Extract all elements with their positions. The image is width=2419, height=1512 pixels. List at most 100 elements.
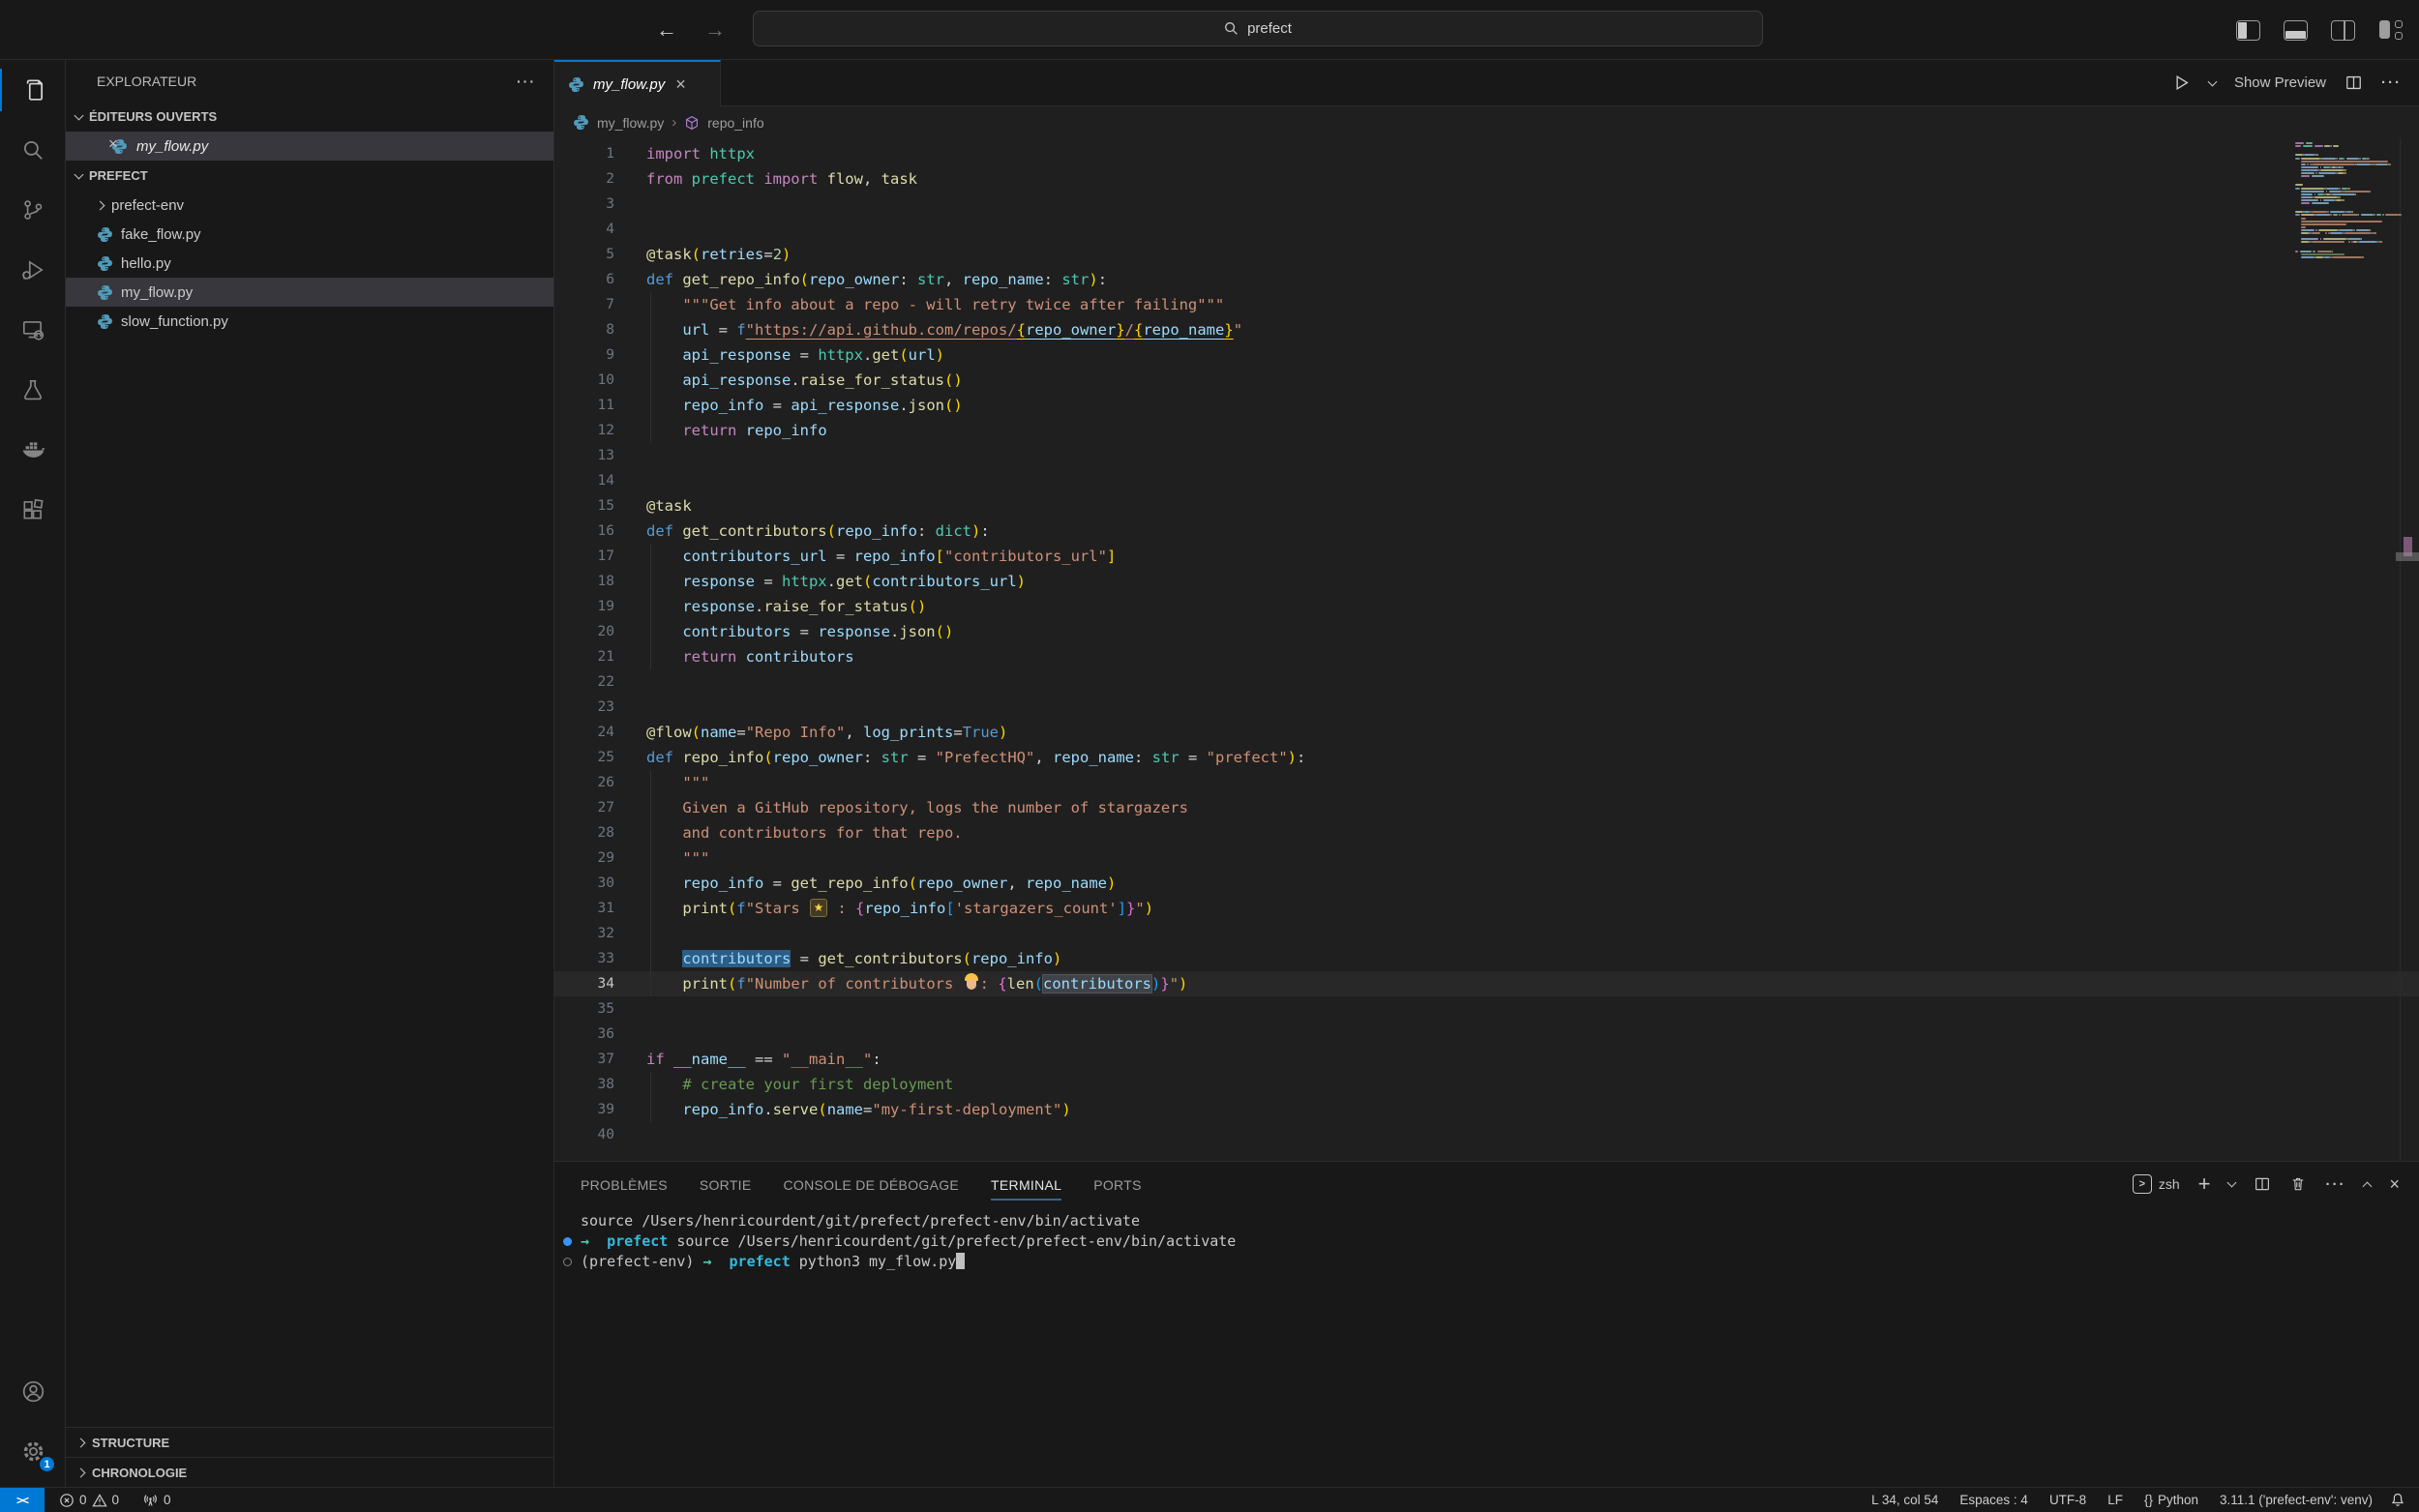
editor-more-actions-icon[interactable]: ··· xyxy=(2381,74,2402,91)
sidebar-section-structure[interactable]: STRUCTURE xyxy=(66,1427,553,1457)
toggle-panel-icon[interactable] xyxy=(2284,20,2308,41)
docker-icon[interactable] xyxy=(0,420,66,480)
vscode-window: ← → prefect xyxy=(0,0,2419,1512)
code-line-36: 36 xyxy=(554,1022,2419,1047)
settings-gear-icon[interactable]: 1 xyxy=(0,1421,66,1481)
extensions-icon[interactable] xyxy=(0,480,66,540)
terminal[interactable]: source /Users/henricourdent/git/prefect/… xyxy=(554,1211,2419,1487)
language-mode-status[interactable]: {} Python xyxy=(2140,1493,2202,1507)
terminal-line-3: (prefect-env) → prefect python3 my_flow.… xyxy=(554,1252,2419,1272)
terminal-shell-selector[interactable]: > zsh xyxy=(2133,1174,2180,1194)
split-terminal-icon[interactable] xyxy=(2254,1175,2271,1193)
python-file-icon xyxy=(568,76,584,93)
code-line-18: 18 response = httpx.get(contributors_url… xyxy=(554,569,2419,594)
tab-my-flow[interactable]: my_flow.py × xyxy=(554,60,721,106)
customize-layout-icon[interactable] xyxy=(2378,19,2404,41)
eol-status[interactable]: LF xyxy=(2104,1493,2127,1507)
close-editor-icon[interactable]: × xyxy=(108,134,118,154)
run-dropdown-icon[interactable] xyxy=(2208,76,2218,86)
testing-beaker-icon[interactable] xyxy=(0,360,66,420)
code-line-35: 35 xyxy=(554,996,2419,1022)
code-line-13: 13 xyxy=(554,443,2419,468)
code-editor[interactable]: 1import httpx2from prefect import flow, … xyxy=(554,138,2419,1161)
code-line-30: 30 repo_info = get_repo_info(repo_owner,… xyxy=(554,871,2419,896)
chevron-right-icon xyxy=(96,200,105,210)
accounts-icon[interactable] xyxy=(0,1361,66,1421)
notifications-bell-icon[interactable] xyxy=(2390,1492,2405,1508)
python-file-icon xyxy=(573,114,589,131)
panel-tab-ports[interactable]: PORTS xyxy=(1093,1162,1141,1207)
sidebar-section-chronologie[interactable]: CHRONOLOGIE xyxy=(66,1457,553,1487)
editor-tab-bar: my_flow.py × Show Preview ··· xyxy=(554,60,2419,106)
editor-group: my_flow.py × Show Preview ··· my_flow.py… xyxy=(554,60,2419,1487)
code-line-21: 21 return contributors xyxy=(554,644,2419,669)
remote-indicator[interactable]: >< xyxy=(0,1488,45,1512)
python-interpreter-status[interactable]: 3.11.1 ('prefect-env': venv) xyxy=(2216,1493,2376,1507)
run-and-debug-icon[interactable] xyxy=(0,240,66,300)
search-icon[interactable] xyxy=(0,120,66,180)
tree-item-fake_flow.py[interactable]: fake_flow.py xyxy=(66,220,553,249)
code-line-26: 26 """ xyxy=(554,770,2419,795)
code-line-6: 6def get_repo_info(repo_owner: str, repo… xyxy=(554,267,2419,292)
cursor-position-status[interactable]: L 34, col 54 xyxy=(1867,1493,1942,1507)
code-line-29: 29 """ xyxy=(554,845,2419,871)
chevron-down-icon xyxy=(75,110,84,120)
maximize-panel-icon[interactable] xyxy=(2363,1181,2373,1191)
tree-item-prefect-env[interactable]: prefect-env xyxy=(66,191,553,220)
panel-tab-problèmes[interactable]: PROBLÈMES xyxy=(581,1162,668,1207)
problems-status[interactable]: 0 0 xyxy=(52,1488,126,1512)
explorer-icon[interactable] xyxy=(0,60,66,120)
encoding-status[interactable]: UTF-8 xyxy=(2046,1493,2090,1507)
panel-tab-terminal[interactable]: TERMINAL xyxy=(991,1162,1061,1207)
command-center-search[interactable]: prefect xyxy=(753,11,1763,46)
open-editors-list: ×my_flow.py xyxy=(66,132,553,161)
toggle-secondary-sidebar-icon[interactable] xyxy=(2331,20,2355,41)
search-value: prefect xyxy=(1247,20,1292,37)
open-editor-my_flow.py[interactable]: ×my_flow.py xyxy=(66,132,553,161)
code-line-7: 7 """Get info about a repo - will retry … xyxy=(554,292,2419,317)
workspace-section-header[interactable]: PREFECT xyxy=(66,161,553,191)
code-line-20: 20 contributors = response.json() xyxy=(554,619,2419,644)
ports-status[interactable]: 0 xyxy=(135,1488,178,1512)
code-line-37: 37if __name__ == "__main__": xyxy=(554,1047,2419,1072)
tree-item-slow_function.py[interactable]: slow_function.py xyxy=(66,307,553,336)
overview-ruler-cursor-mark xyxy=(2396,552,2419,561)
warning-icon xyxy=(92,1493,107,1508)
run-file-icon[interactable] xyxy=(2172,74,2191,92)
symbol-method-icon xyxy=(684,115,700,131)
nav-back-button[interactable]: ← xyxy=(650,14,683,46)
open-editors-section-header[interactable]: ÉDITEURS OUVERTS xyxy=(66,102,553,132)
code-line-17: 17 contributors_url = repo_info["contrib… xyxy=(554,544,2419,569)
sidebar-bottom-sections: STRUCTURECHRONOLOGIE xyxy=(66,1427,553,1487)
new-terminal-icon[interactable]: + xyxy=(2198,1171,2211,1197)
terminal-cursor xyxy=(956,1253,965,1269)
panel-tab-sortie[interactable]: SORTIE xyxy=(700,1162,752,1207)
code-line-12: 12 return repo_info xyxy=(554,418,2419,443)
toggle-sidebar-icon[interactable] xyxy=(2236,20,2260,41)
tree-item-my_flow.py[interactable]: my_flow.py xyxy=(66,278,553,307)
code-line-15: 15@task xyxy=(554,493,2419,519)
tree-item-hello.py[interactable]: hello.py xyxy=(66,249,553,278)
breadcrumb-symbol[interactable]: repo_info xyxy=(707,115,763,131)
remote-explorer-icon[interactable] xyxy=(0,300,66,360)
breadcrumb-file[interactable]: my_flow.py xyxy=(597,115,664,131)
tab-close-icon[interactable]: × xyxy=(675,74,686,95)
source-control-icon[interactable] xyxy=(0,180,66,240)
panel-more-actions-icon[interactable]: ··· xyxy=(2325,1176,2345,1193)
python-file-icon xyxy=(97,313,113,330)
kill-terminal-icon[interactable] xyxy=(2289,1175,2307,1193)
close-panel-icon[interactable]: × xyxy=(2389,1174,2400,1195)
show-preview-button[interactable]: Show Preview xyxy=(2234,74,2326,91)
split-editor-icon[interactable] xyxy=(2344,74,2363,92)
indentation-status[interactable]: Espaces : 4 xyxy=(1956,1493,2032,1507)
panel-tab-console-de-débogage[interactable]: CONSOLE DE DÉBOGAGE xyxy=(784,1162,960,1207)
terminal-dropdown-icon[interactable] xyxy=(2227,1178,2237,1188)
explorer-more-actions-icon[interactable]: ··· xyxy=(517,74,536,89)
panel-tabs: PROBLÈMES SORTIE CONSOLE DE DÉBOGAGE TERMIN… xyxy=(581,1162,1142,1207)
python-file-icon xyxy=(97,284,113,301)
code-line-4: 4 xyxy=(554,217,2419,242)
code-line-38: 38 # create your first deployment xyxy=(554,1072,2419,1097)
chevron-down-icon xyxy=(75,169,84,179)
title-bar: ← → prefect xyxy=(0,0,2419,60)
nav-forward-button[interactable]: → xyxy=(699,14,732,46)
